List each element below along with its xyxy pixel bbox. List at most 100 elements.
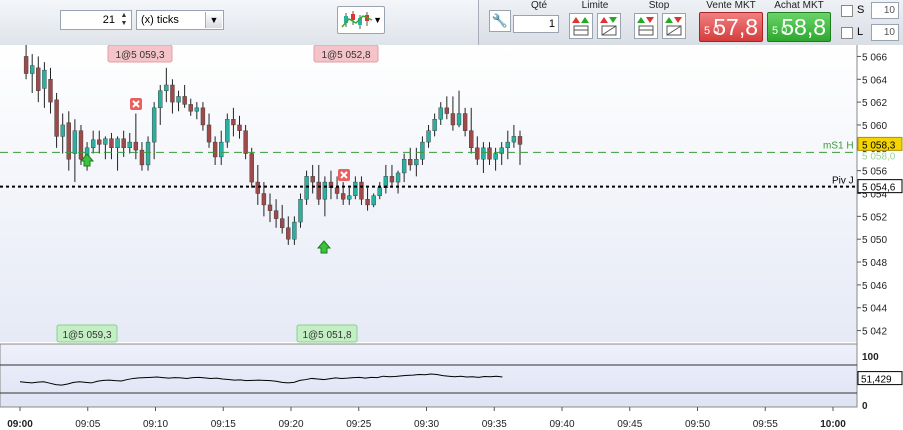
unit-select-value: (x) ticks: [141, 14, 179, 26]
candle-down: [487, 147, 492, 160]
candle-down: [237, 124, 242, 131]
candle-up: [401, 159, 407, 174]
candle-down: [450, 113, 456, 126]
time-tick-label: 09:40: [549, 419, 574, 430]
oscillator-pane: [0, 343, 858, 408]
wrench-icon[interactable]: 🔧: [489, 10, 511, 32]
osc-tick-low: 0: [862, 401, 868, 412]
price-tick-label: 5 066: [862, 52, 887, 63]
candle-down: [444, 107, 450, 114]
time-tick-label: 09:05: [75, 419, 100, 430]
candle-up: [298, 199, 303, 223]
candle-up: [432, 119, 437, 131]
price-tick-label: 5 044: [862, 304, 887, 315]
candle-up: [420, 141, 425, 160]
limit-buy-button[interactable]: [569, 13, 593, 39]
buy-market-button[interactable]: 5 0 58,8: [767, 12, 831, 42]
chevron-down-icon: ▼: [205, 12, 222, 28]
s-value-input[interactable]: 10: [871, 2, 899, 19]
candle-down: [182, 96, 187, 105]
l-label: L: [857, 26, 864, 38]
candle-up: [371, 195, 376, 206]
candle-up: [30, 65, 35, 74]
candle-down: [389, 176, 395, 183]
chevron-down-icon: ▼: [373, 15, 382, 25]
stop-buy-icon: [637, 17, 654, 36]
tick-count-spinner[interactable]: 21 ▲ ▼: [60, 10, 132, 30]
candle-down: [121, 138, 126, 149]
candle-up: [127, 141, 132, 149]
s-checkbox[interactable]: [841, 5, 853, 17]
stop-sell-icon: [665, 17, 682, 36]
candle-down: [66, 122, 71, 160]
limit-sell-button[interactable]: [597, 13, 621, 39]
pivot-price: 5 054,6: [862, 183, 896, 194]
candle-down: [517, 136, 523, 145]
chart-type-button[interactable]: ▼: [337, 6, 385, 34]
time-tick-label: 09:30: [414, 419, 439, 430]
candle-up: [60, 124, 65, 137]
stop-buy-button[interactable]: [634, 13, 658, 39]
time-tick-label: 09:45: [617, 419, 642, 430]
candle-down: [243, 130, 248, 154]
time-tick-label: 09:10: [143, 419, 168, 430]
candle-up: [145, 141, 151, 166]
candle-up: [176, 96, 181, 103]
candle-up: [493, 153, 498, 160]
candle-down: [206, 124, 212, 143]
time-tick-label: 09:15: [211, 419, 236, 430]
candle-up: [414, 159, 419, 166]
candle-up: [219, 141, 224, 158]
osc-value: 51,429: [861, 375, 892, 386]
buy-order-tag-label: 1@5 059,3: [62, 330, 112, 341]
chart-toolbar: 21 ▲▼ (x) ticks ▼ ▼ 🔧 Qté 1 Limite Stop: [0, 0, 903, 46]
candle-down: [359, 181, 364, 200]
qty-input[interactable]: 1: [513, 15, 559, 33]
candle-up: [225, 119, 230, 143]
stop-sell-button[interactable]: [662, 13, 686, 39]
sell-market-button[interactable]: 5 0 57,8: [699, 12, 763, 42]
candle-up: [456, 113, 462, 126]
sell-order-tag-label: 1@5 052,8: [321, 50, 371, 61]
candle-down: [212, 141, 218, 158]
candle-down: [78, 130, 84, 160]
buy-order-tag-label: 1@5 051,8: [302, 330, 352, 341]
price-tick-label: 5 042: [862, 327, 887, 338]
candle-up: [151, 107, 157, 143]
l-checkbox[interactable]: [841, 27, 853, 39]
price-tick-label: 5 050: [862, 235, 887, 246]
sell-order-tag-label: 1@5 059,3: [115, 50, 165, 61]
candle-down: [469, 130, 474, 149]
candle-up: [322, 181, 328, 200]
candle-down: [36, 67, 41, 91]
price-chart[interactable]: 5 0665 0645 0625 0605 0585 0565 0545 052…: [0, 45, 903, 430]
s-label: S: [857, 4, 865, 16]
candle-up: [103, 138, 108, 145]
unit-select[interactable]: (x) ticks ▼: [136, 10, 224, 30]
candle-up: [164, 84, 169, 91]
limit-buy-icon: [572, 17, 589, 36]
candle-up: [115, 138, 120, 149]
candle-down: [188, 104, 193, 112]
time-tick-label: 09:00: [7, 419, 33, 430]
candle-down: [462, 113, 468, 131]
candle-down: [310, 176, 315, 183]
ms1-label: mS1 H: [823, 140, 854, 151]
candle-up: [377, 187, 382, 196]
candle-down: [273, 210, 279, 219]
l-value-input[interactable]: 10: [871, 24, 899, 41]
time-tick-label: 09:35: [482, 419, 507, 430]
candle-up: [511, 136, 517, 143]
buy-price: 58,8: [781, 14, 826, 40]
price-tick-label: 5 046: [862, 281, 887, 292]
candle-down: [170, 84, 175, 103]
candle-down: [261, 193, 267, 206]
spinner-arrows-icon[interactable]: ▲ ▼: [118, 12, 130, 28]
limit-sell-icon: [600, 17, 617, 36]
candle-down: [97, 139, 102, 145]
candle-down: [48, 79, 53, 103]
qty-label: Qté: [530, 0, 548, 11]
overlap-price-label: 5 058,0: [862, 151, 896, 162]
candle-up: [90, 139, 96, 149]
time-tick-label: 09:20: [278, 419, 303, 430]
